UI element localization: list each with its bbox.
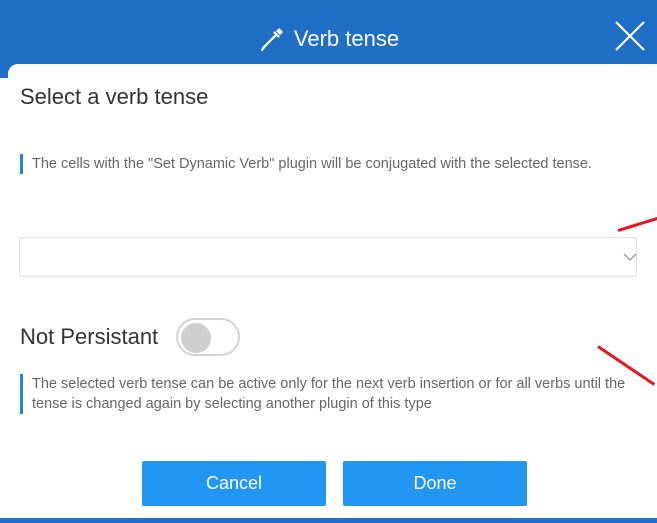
toggle-info-note: The selected verb tense can be active on… bbox=[20, 374, 652, 414]
verb-tense-dialog: Verb tense Select a verb tense The cells… bbox=[0, 0, 657, 523]
dialog-body bbox=[8, 64, 657, 523]
done-button[interactable]: Done bbox=[343, 461, 527, 506]
persistence-toggle-row: Not Persistant bbox=[20, 315, 241, 359]
toggle-knob bbox=[181, 323, 212, 353]
toggle-label: Not Persistant bbox=[20, 324, 159, 349]
chevron-down-icon bbox=[623, 253, 637, 261]
close-icon[interactable] bbox=[610, 16, 650, 56]
tense-select[interactable] bbox=[19, 237, 637, 277]
persistence-toggle[interactable] bbox=[176, 318, 241, 356]
dialog-title: Verb tense bbox=[293, 26, 400, 51]
section-heading: Select a verb tense bbox=[20, 84, 209, 109]
eyedropper-icon bbox=[260, 28, 283, 51]
dialog-bottom-border bbox=[0, 518, 657, 523]
dialog-title-group: Verb tense bbox=[0, 14, 657, 64]
cancel-button[interactable]: Cancel bbox=[142, 461, 326, 506]
info-note: The cells with the "Set Dynamic Verb" pl… bbox=[20, 154, 642, 174]
